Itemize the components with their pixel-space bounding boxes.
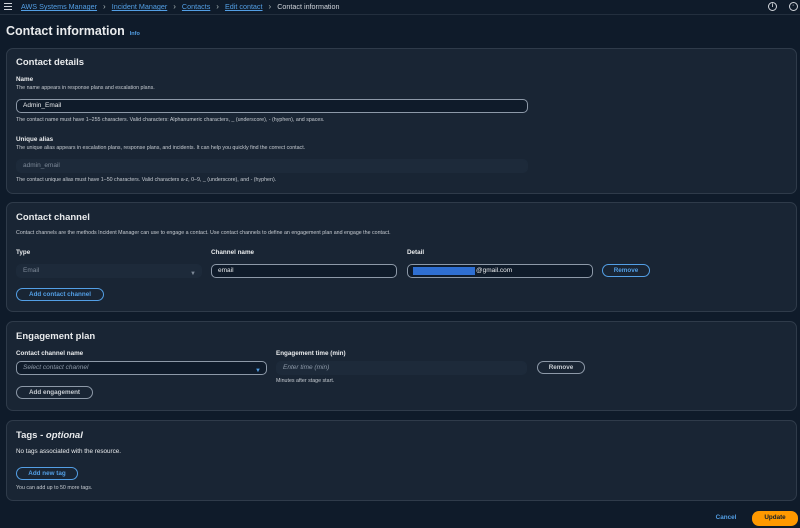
info-link[interactable]: Info: [130, 31, 140, 37]
info-icon[interactable]: i: [768, 2, 777, 11]
alias-label: Unique alias: [16, 136, 54, 143]
alias-input: admin_email: [16, 159, 528, 173]
contact-channel-description: Contact channels are the methods Inciden…: [16, 230, 391, 236]
add-new-tag-button[interactable]: Add new tag: [16, 467, 78, 480]
breadcrumb-contacts[interactable]: Contacts: [182, 2, 210, 11]
add-contact-channel-button[interactable]: Add contact channel: [16, 288, 104, 301]
engagement-time-input: Enter time (min): [276, 361, 527, 375]
alias-description: The unique alias appears in escalation p…: [16, 145, 306, 151]
menu-icon[interactable]: [4, 3, 12, 11]
engagement-plan-title: Engagement plan: [16, 331, 96, 342]
type-value: Email: [23, 267, 40, 274]
detail-input[interactable]: @gmail.com: [407, 264, 593, 278]
caret-down-icon: ▼: [190, 271, 196, 277]
tags-empty-message: No tags associated with the resource.: [16, 448, 122, 455]
breadcrumb-current: Contact information: [277, 2, 340, 11]
tags-title-text: Tags -: [16, 430, 46, 441]
tags-title-optional: optional: [45, 430, 83, 441]
contact-details-title: Contact details: [16, 57, 85, 68]
detail-value: @gmail.com: [476, 267, 513, 274]
chevron-right-icon: ›: [216, 2, 219, 11]
chevron-right-icon: ›: [268, 2, 272, 11]
settings-icon[interactable]: ◦: [789, 2, 798, 11]
page-title: Contact information: [6, 24, 125, 38]
redacted-email-mask: [413, 267, 475, 275]
engagement-time-label: Engagement time (min): [276, 350, 346, 357]
channel-name-label: Channel name: [211, 249, 255, 256]
channel-name-input[interactable]: email: [211, 264, 397, 278]
chevron-right-icon: ›: [173, 2, 176, 11]
remove-channel-button[interactable]: Remove: [602, 264, 650, 277]
breadcrumb: AWS Systems Manager › Incident Manager ›…: [21, 2, 340, 11]
name-input[interactable]: Admin_Email: [16, 99, 528, 113]
type-label: Type: [16, 249, 31, 256]
breadcrumb-incident-manager[interactable]: Incident Manager: [112, 2, 168, 11]
engagement-channel-label: Contact channel name: [16, 350, 84, 357]
breadcrumb-systems-manager[interactable]: AWS Systems Manager: [21, 2, 97, 11]
detail-label: Detail: [407, 249, 425, 256]
contact-details-panel: Contact details Name The name appears in…: [6, 48, 797, 194]
caret-down-icon: ▼: [255, 368, 261, 374]
page-header: Contact information Info: [6, 24, 140, 38]
contact-channel-panel: Contact channel Contact channels are the…: [6, 202, 797, 312]
remove-engagement-button[interactable]: Remove: [537, 361, 585, 374]
update-button[interactable]: Update: [752, 511, 798, 526]
chevron-right-icon: ›: [103, 2, 106, 11]
name-label: Name: [16, 76, 34, 83]
tags-panel: Tags - optional No tags associated with …: [6, 420, 797, 501]
add-engagement-button[interactable]: Add engagement: [16, 386, 93, 399]
engagement-channel-select[interactable]: Select contact channel ▼: [16, 361, 267, 375]
engagement-time-hint: Minutes after stage start.: [276, 378, 335, 384]
name-constraint: The contact name must have 1–255 charact…: [16, 117, 325, 123]
type-select: Email ▼: [16, 264, 202, 278]
top-navigation-bar: AWS Systems Manager › Incident Manager ›…: [0, 0, 800, 15]
engagement-channel-placeholder: Select contact channel: [23, 364, 89, 371]
cancel-button[interactable]: Cancel: [708, 512, 744, 525]
contact-channel-title: Contact channel: [16, 212, 90, 223]
engagement-plan-panel: Engagement plan Contact channel name Eng…: [6, 321, 797, 411]
tags-title: Tags - optional: [16, 430, 83, 441]
name-description: The name appears in response plans and e…: [16, 85, 155, 91]
breadcrumb-edit-contact[interactable]: Edit contact: [225, 2, 263, 11]
tags-hint: You can add up to 50 more tags.: [16, 485, 93, 491]
alias-constraint: The contact unique alias must have 1–50 …: [16, 177, 277, 183]
